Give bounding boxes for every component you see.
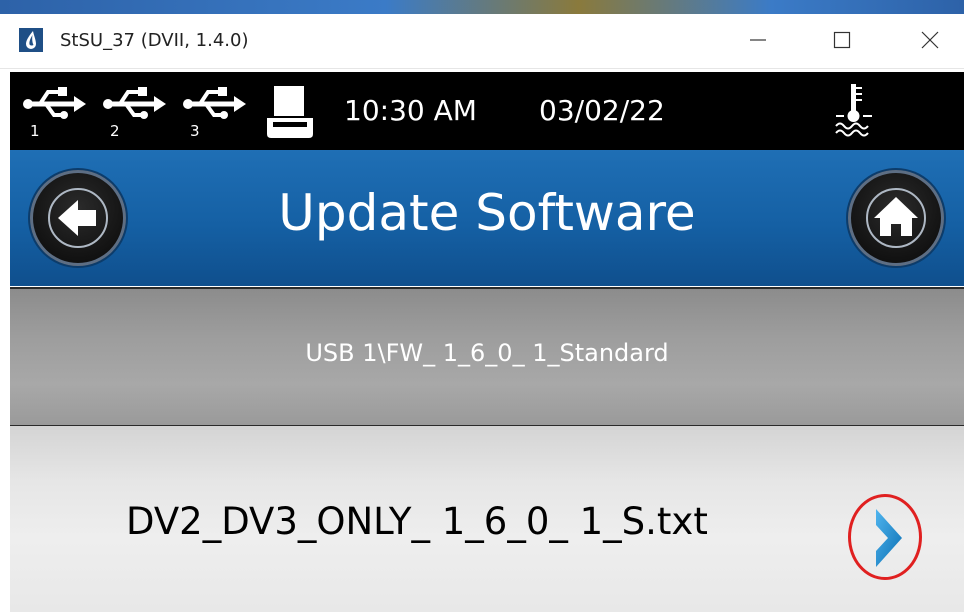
printer-status — [265, 82, 315, 142]
current-path-bar: USB 1\FW_ 1_6_0_ 1_Standard — [10, 287, 964, 428]
file-name: DV2_DV3_ONLY_ 1_6_0_ 1_S.txt — [126, 500, 708, 543]
screen-header: Update Software — [10, 150, 964, 286]
close-button[interactable] — [902, 16, 958, 64]
usb-port-3: 3 — [182, 82, 246, 142]
home-icon — [866, 188, 926, 248]
desktop-background-strip — [0, 0, 964, 14]
app-drop-icon — [18, 27, 44, 53]
usb-port-number: 3 — [190, 122, 200, 140]
file-list-item[interactable]: DV2_DV3_ONLY_ 1_6_0_ 1_S.txt — [10, 426, 964, 612]
close-icon — [921, 31, 939, 49]
temperature-probe-icon — [835, 84, 872, 137]
current-path: USB 1\FW_ 1_6_0_ 1_Standard — [305, 339, 669, 367]
minimize-icon — [750, 39, 766, 41]
usb-port-1: 1 — [22, 82, 86, 142]
usb-icon — [183, 87, 246, 119]
usb-port-number: 1 — [30, 122, 40, 140]
printer-icon — [267, 86, 313, 138]
select-file-button[interactable] — [848, 494, 928, 582]
window-title-bar: StSU_37 (DVII, 1.4.0) — [0, 14, 964, 69]
usb-port-number: 2 — [110, 122, 120, 140]
usb-icon — [23, 87, 86, 119]
usb-icon — [103, 87, 166, 119]
usb-port-2: 2 — [102, 82, 166, 142]
maximize-icon — [833, 31, 851, 49]
highlight-ring — [848, 494, 922, 580]
minimize-button[interactable] — [730, 16, 786, 64]
temperature-status — [832, 80, 876, 142]
device-status-bar: 1 2 3 10:30 AM 03/02/22 — [10, 72, 964, 150]
maximize-button[interactable] — [814, 16, 870, 64]
home-button[interactable] — [848, 170, 944, 266]
page-title: Update Software — [278, 184, 696, 242]
window-title: StSU_37 (DVII, 1.4.0) — [60, 30, 249, 51]
clock-date: 03/02/22 — [539, 94, 665, 127]
clock-time: 10:30 AM — [344, 94, 477, 127]
